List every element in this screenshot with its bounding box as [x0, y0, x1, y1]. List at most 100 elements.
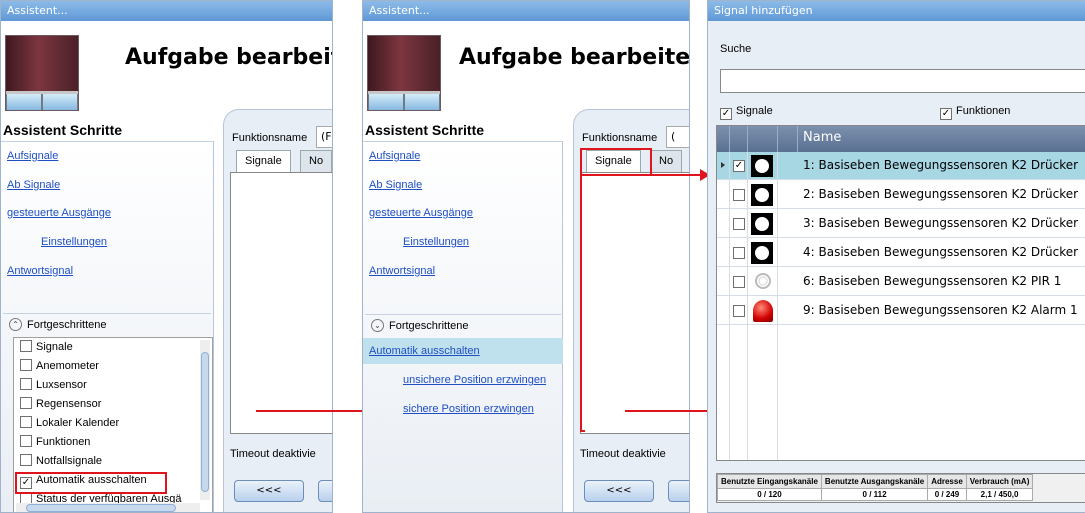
filter-functions-checkbox[interactable]: ✓ Funktionen [940, 105, 1010, 120]
stats-header-address: Adresse [927, 474, 967, 489]
highlight-line [580, 174, 585, 432]
checkbox-label: Regensensor [36, 398, 102, 410]
stats-header-consumption: Verbrauch (mA) [965, 474, 1034, 489]
row-checkbox[interactable] [733, 276, 745, 288]
timeout-label: Timeout deaktivie [580, 448, 666, 460]
row-name: 3: Basiseben Bewegungssensoren K2 Drücke… [803, 216, 1079, 230]
status-bar: Benutzte Eingangskanäle Benutzte Ausgang… [716, 473, 1085, 503]
back-button[interactable]: <<< [584, 480, 654, 502]
signal-grid: Name ✓ 1: Basiseben Bewegungssensoren K2… [716, 125, 1085, 461]
step-outputs-link[interactable]: gesteuerte Ausgänge [369, 207, 473, 219]
pir-sensor-icon [755, 273, 771, 289]
function-name-input[interactable]: ( [666, 126, 689, 148]
search-label: Suche [720, 43, 752, 55]
page-title: Aufgabe bearbeiten [125, 45, 332, 70]
advanced-label: Fortgeschrittene [389, 320, 469, 332]
tab-notes[interactable]: No [300, 150, 332, 172]
vertical-scrollbar[interactable] [200, 340, 210, 500]
checkbox-label: Luxsensor [36, 379, 87, 391]
highlight-box [15, 472, 167, 494]
step-response-link[interactable]: Antwortsignal [369, 265, 435, 277]
column-name-header[interactable]: Name [803, 130, 841, 145]
row-checkbox[interactable] [733, 247, 745, 259]
tab-content [580, 172, 689, 434]
row-checkbox[interactable] [733, 218, 745, 230]
checkbox-label: Lokaler Kalender [36, 417, 120, 429]
stats-header-outputs: Benutzte Ausgangskanäle [820, 474, 929, 489]
chevron-down-icon: ⌄ [371, 319, 384, 332]
table-row[interactable]: 2: Basiseben Bewegungssensoren K2 Drücke… [717, 181, 1085, 209]
window-title: Signal hinzufügen [708, 1, 1085, 21]
table-row[interactable]: 6: Basiseben Bewegungssensoren K2 PIR 1 [717, 268, 1085, 296]
roller-blind-icon [5, 35, 79, 111]
add-signal-window: Signal hinzufügen Suche ✓ Signale ✓ Funkti… [707, 0, 1085, 513]
table-row[interactable]: 9: Basiseben Bewegungssensoren K2 Alarm … [717, 297, 1085, 325]
filter-label: Funktionen [956, 105, 1011, 117]
checkbox-luxsensor[interactable]: Luxsensor [20, 378, 87, 394]
push-button-icon [751, 155, 773, 177]
step-force-safe-link[interactable]: sichere Position erzwingen [403, 403, 534, 415]
row-checkbox[interactable] [733, 189, 745, 201]
next-button[interactable] [318, 480, 332, 502]
row-pointer-icon [721, 162, 725, 168]
step-automatik-ausschalten-link[interactable]: Automatik ausschalten [369, 345, 480, 357]
back-button[interactable]: <<< [234, 480, 304, 502]
advanced-toggle[interactable]: ⌄ Fortgeschrittene [365, 314, 561, 336]
checkbox-label: Signale [36, 341, 73, 353]
stats-address-value: 0 / 249 [927, 488, 967, 501]
step-aufsignale-link[interactable]: Aufsignale [7, 150, 58, 162]
checkbox-notfallsignale[interactable]: Notfallsignale [20, 454, 102, 470]
search-input[interactable] [720, 69, 1085, 93]
step-response-link[interactable]: Antwortsignal [7, 265, 73, 277]
step-force-unsafe-link[interactable]: unsichere Position erzwingen [403, 374, 546, 386]
table-row[interactable]: 3: Basiseben Bewegungssensoren K2 Drücke… [717, 210, 1085, 238]
assistant-window-left: Assistent... Aufgabe bearbeiten Assisten… [0, 0, 333, 513]
alarm-icon [753, 300, 773, 322]
stats-consumption-value: 2,1 / 450,0 [965, 488, 1034, 501]
push-button-icon [751, 184, 773, 206]
checkbox-regensensor[interactable]: Regensensor [20, 397, 101, 413]
stats-outputs-value: 0 / 112 [820, 488, 929, 501]
step-settings-link[interactable]: Einstellungen [403, 236, 469, 248]
steps-heading: Assistent Schritte [3, 122, 123, 138]
step-settings-link[interactable]: Einstellungen [41, 236, 107, 248]
highlight-box [580, 148, 652, 176]
page-title: Aufgabe bearbeiten [459, 45, 690, 70]
row-name: 6: Basiseben Bewegungssensoren K2 PIR 1 [803, 274, 1062, 288]
row-name: 1: Basiseben Bewegungssensoren K2 Drücke… [803, 158, 1079, 172]
step-ab-signale-link[interactable]: Ab Signale [369, 179, 422, 191]
window-title: Assistent... [1, 1, 332, 21]
tab-notes[interactable]: No [650, 150, 683, 172]
filter-signals-checkbox[interactable]: ✓ Signale [720, 105, 773, 120]
checkbox-anemometer[interactable]: Anemometer [20, 359, 99, 375]
row-name: 4: Basiseben Bewegungssensoren K2 Drücke… [803, 245, 1079, 259]
checkbox-funktionen[interactable]: Funktionen [20, 435, 90, 451]
filter-label: Signale [736, 105, 773, 117]
chevron-up-icon: ⌃ [9, 318, 22, 331]
function-name-label: Funktionsname [232, 132, 308, 144]
row-checkbox[interactable]: ✓ [733, 160, 745, 172]
step-ab-signale-link[interactable]: Ab Signale [7, 179, 60, 191]
flow-connector [651, 169, 710, 181]
horizontal-scrollbar[interactable] [16, 503, 200, 512]
window-title: Assistent... [363, 1, 689, 21]
roller-blind-icon [367, 35, 441, 111]
grid-header: Name [717, 126, 1085, 152]
tab-content [230, 172, 332, 434]
steps-panel: Aufsignale Ab Signale gesteuerte Ausgäng… [363, 141, 563, 512]
row-name: 2: Basiseben Bewegungssensoren K2 Drücke… [803, 187, 1079, 201]
table-row[interactable]: ✓ 1: Basiseben Bewegungssensoren K2 Drüc… [717, 152, 1085, 180]
advanced-label: Fortgeschrittene [27, 319, 107, 331]
checkbox-signale[interactable]: Signale [20, 340, 73, 356]
tab-signale[interactable]: Signale [236, 150, 291, 172]
checkbox-kalender[interactable]: Lokaler Kalender [20, 416, 119, 432]
function-form: Funktionsname (F Signale No Timeout deak… [223, 109, 332, 512]
row-checkbox[interactable] [733, 305, 745, 317]
step-aufsignale-link[interactable]: Aufsignale [369, 150, 420, 162]
row-name: 9: Basiseben Bewegungssensoren K2 Alarm … [803, 303, 1078, 317]
table-row[interactable]: 4: Basiseben Bewegungssensoren K2 Drücke… [717, 239, 1085, 267]
step-outputs-link[interactable]: gesteuerte Ausgänge [7, 207, 111, 219]
advanced-toggle[interactable]: ⌃ Fortgeschrittene [3, 313, 211, 335]
next-button[interactable] [668, 480, 689, 502]
function-name-input[interactable]: (F [316, 126, 332, 148]
